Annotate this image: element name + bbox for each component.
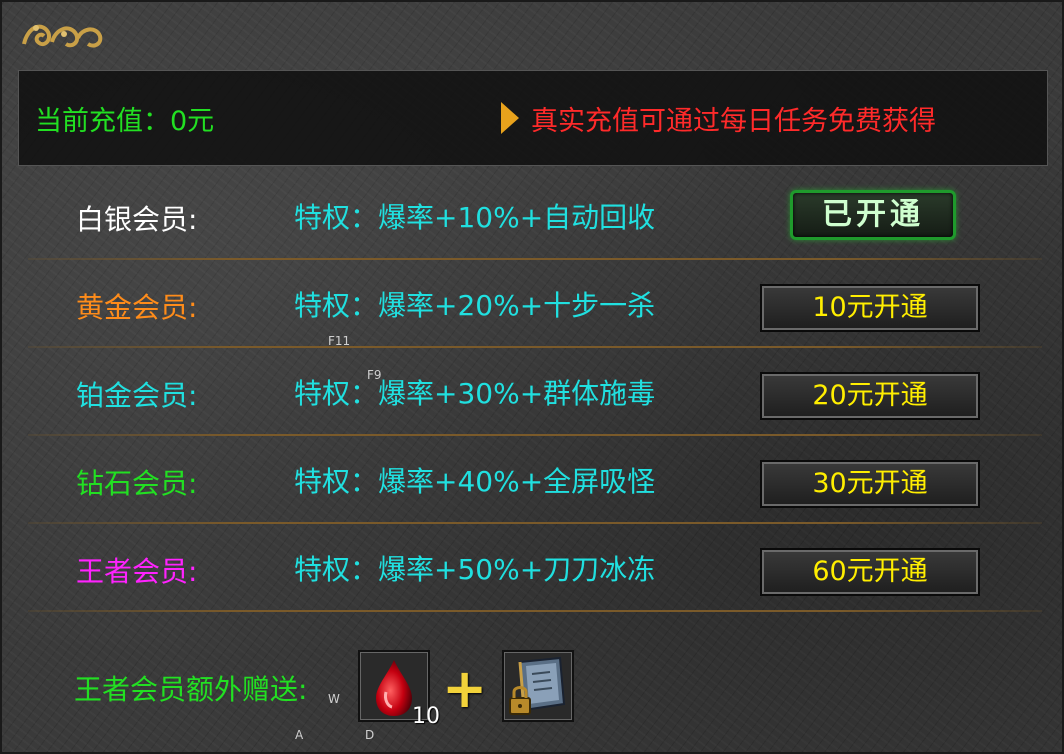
membership-list: 白银会员: 特权：爆率+10%+自动回收 已开通 黄金会员: 特权：爆率+20%… bbox=[28, 172, 1042, 612]
buy-gold-button[interactable]: 10元开通 bbox=[760, 284, 980, 332]
tier-name: 铂金会员: bbox=[76, 379, 198, 412]
tier-privilege: 特权：爆率+30%+群体施毒 bbox=[294, 377, 656, 410]
locked-book-icon bbox=[509, 656, 566, 715]
tier-name: 钻石会员: bbox=[76, 467, 198, 500]
plus-icon: + bbox=[442, 657, 488, 720]
tier-name: 白银会员: bbox=[76, 203, 198, 236]
bonus-item-slot[interactable] bbox=[502, 650, 574, 722]
buy-diamond-button[interactable]: 30元开通 bbox=[760, 460, 980, 508]
tier-name: 黄金会员: bbox=[76, 291, 198, 324]
tier-privilege: 特权：爆率+10%+自动回收 bbox=[294, 201, 656, 234]
row-divider bbox=[28, 610, 1042, 612]
tier-privilege: 特权：爆率+50%+刀刀冰冻 bbox=[294, 553, 656, 586]
buy-king-button[interactable]: 60元开通 bbox=[760, 548, 980, 596]
bonus-label: 王者会员额外赠送: bbox=[74, 673, 308, 706]
dragon-emblem-icon bbox=[22, 24, 103, 48]
tier-privilege: 特权：爆率+40%+全屏吸怪 bbox=[294, 465, 656, 498]
hotkey-hint: F9 bbox=[367, 368, 382, 382]
recharge-bar: 当前充值：0元 真实充值可通过每日任务免费获得 bbox=[18, 70, 1048, 166]
tier-privilege: 特权：爆率+20%+十步一杀 bbox=[294, 289, 656, 322]
hotkey-hint: D bbox=[365, 728, 375, 742]
tier-row-platinum: 铂金会员: 特权：爆率+30%+群体施毒 20元开通 bbox=[28, 348, 1042, 436]
tier-name: 王者会员: bbox=[76, 555, 198, 588]
tier-row-king: 王者会员: 特权：爆率+50%+刀刀冰冻 60元开通 bbox=[28, 524, 1042, 612]
tier-row-diamond: 钻石会员: 特权：爆率+40%+全屏吸怪 30元开通 bbox=[28, 436, 1042, 524]
free-recharge-notice: 真实充值可通过每日任务免费获得 bbox=[531, 106, 936, 137]
hotkey-hint: F11 bbox=[328, 334, 351, 348]
arrow-right-icon bbox=[501, 102, 519, 134]
hotkey-hint: W bbox=[328, 692, 340, 706]
tier-row-silver: 白银会员: 特权：爆率+10%+自动回收 已开通 bbox=[28, 172, 1042, 260]
buy-platinum-button[interactable]: 20元开通 bbox=[760, 372, 980, 420]
current-recharge-text: 当前充值：0元 bbox=[35, 106, 215, 137]
tier-row-gold: 黄金会员: 特权：爆率+20%+十步一杀 10元开通 bbox=[28, 260, 1042, 348]
item-quantity: 10 bbox=[412, 704, 440, 729]
vip-panel: 当前充值：0元 真实充值可通过每日任务免费获得 白银会员: 特权：爆率+10%+… bbox=[0, 0, 1064, 754]
hotkey-hint: A bbox=[295, 728, 304, 742]
activated-button[interactable]: 已开通 bbox=[790, 190, 956, 240]
